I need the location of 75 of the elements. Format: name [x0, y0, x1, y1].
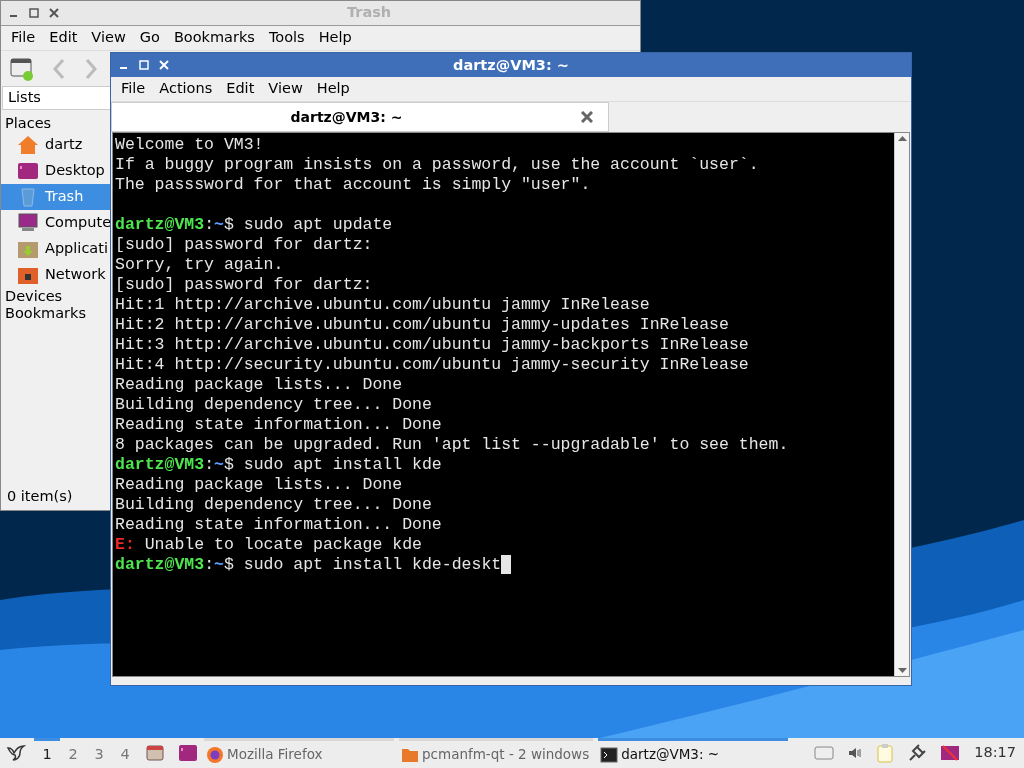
terminal-line: Reading package lists... Done: [115, 475, 403, 495]
menu-item[interactable]: Help: [316, 78, 350, 100]
task-button[interactable]: pcmanfm-qt - 2 windows: [399, 738, 594, 768]
menu-item[interactable]: Tools: [268, 27, 305, 49]
plug-icon[interactable]: [908, 744, 927, 762]
menu-item[interactable]: Actions: [159, 78, 213, 100]
sidebar-item[interactable]: Network: [1, 262, 112, 288]
terminal-tab[interactable]: dartz@VM3: ~: [111, 102, 609, 132]
house-icon: [17, 135, 39, 155]
menu-item[interactable]: Edit: [226, 78, 255, 100]
new-window-icon[interactable]: [10, 56, 34, 81]
scroll-down-icon[interactable]: [897, 668, 907, 674]
terminal-line: Building dependency tree... Done: [115, 495, 432, 515]
terminal-line: Reading package lists... Done: [115, 375, 403, 395]
desktop-switcher[interactable]: 2: [60, 738, 86, 768]
menu-item[interactable]: File: [11, 27, 36, 49]
terminal-line: Building dependency tree... Done: [115, 395, 432, 415]
menu-item[interactable]: Help: [318, 27, 352, 49]
terminal-line: [sudo] password for dartz:: [115, 235, 373, 255]
sidebar-item[interactable]: Applicati: [1, 236, 112, 262]
close-tab-icon[interactable]: [581, 111, 593, 123]
terminal-line: [sudo] password for dartz:: [115, 275, 373, 295]
volume-icon[interactable]: [848, 746, 863, 760]
network-folder-icon: [17, 265, 39, 285]
app-window-icon[interactable]: [178, 744, 198, 762]
terminal-line: Hit:1 http://archive.ubuntu.com/ubuntu jammy InRelease: [115, 295, 650, 315]
task-button[interactable]: dartz@VM3: ~: [598, 738, 789, 768]
window-title: dartz@VM3: ~: [453, 56, 569, 75]
terminal-line: 8 packages can be upgraded. Run 'apt list --upgradable' to see them.: [115, 435, 789, 455]
desktop-switcher[interactable]: 4: [112, 738, 138, 768]
menu-item[interactable]: View: [91, 27, 126, 49]
package-icon: [17, 239, 39, 259]
terminal-line: The passsword for that account is simply "user".: [115, 175, 591, 195]
section-header[interactable]: Devices: [1, 288, 67, 305]
sidebar-item[interactable]: dartz: [1, 132, 112, 158]
terminal-line: Hit:4 http://security.ubuntu.com/ubuntu jammy-security InRelease: [115, 355, 749, 375]
terminal-line: Welcome to VM3!: [115, 135, 264, 155]
close-icon[interactable]: [49, 8, 59, 18]
browser-icon: [206, 745, 224, 764]
terminal-line: dartz@VM3:~$ sudo apt install kde: [115, 455, 442, 475]
desktop-switcher[interactable]: 3: [86, 738, 112, 768]
monitor-icon: [17, 213, 39, 233]
maximize-icon[interactable]: [29, 8, 39, 18]
menu-item[interactable]: Bookmarks: [173, 27, 255, 49]
menu-item[interactable]: View: [268, 78, 303, 100]
terminal-line: dartz@VM3:~$ sudo apt update: [115, 215, 393, 235]
terminal-line: E: Unable to locate package kde: [115, 535, 422, 555]
terminal-icon: [600, 745, 619, 764]
clock: 18:17: [974, 743, 1016, 763]
terminal-line: Hit:3 http://archive.ubuntu.com/ubuntu jammy-backports InRelease: [115, 335, 749, 355]
menu-item[interactable]: Go: [139, 27, 160, 49]
scrollbar[interactable]: [894, 133, 909, 676]
terminal-line: If a buggy program insists on a password, use the account `user`.: [115, 155, 759, 175]
network-icon[interactable]: [940, 743, 961, 763]
terminal-line: Reading state information... Done: [115, 415, 442, 435]
desktop-icon: [17, 161, 39, 181]
status-text: 0 item(s): [6, 487, 74, 506]
sidebar-item[interactable]: Compute: [1, 210, 112, 236]
terminal-line: dartz@VM3:~$ sudo apt install kde-deskt: [115, 555, 502, 575]
show-desktop-icon[interactable]: [146, 744, 164, 762]
clipboard-icon[interactable]: [876, 743, 895, 763]
bird-icon[interactable]: [6, 743, 26, 763]
sidebar-item[interactable]: Desktop: [1, 158, 112, 184]
terminal-line: Hit:2 http://archive.ubuntu.com/ubuntu jammy-updates InRelease: [115, 315, 729, 335]
scroll-up-icon[interactable]: [897, 135, 907, 141]
desktop-switcher[interactable]: 1: [34, 738, 60, 768]
task-button[interactable]: Mozilla Firefox: [204, 738, 394, 768]
side-pane-dropdown[interactable]: Lists: [2, 86, 111, 110]
terminal-line: Sorry, try again.: [115, 255, 284, 275]
menu-item[interactable]: Edit: [49, 27, 78, 49]
window-title: Trash: [347, 3, 392, 23]
section-header[interactable]: Places: [1, 115, 56, 132]
terminal-line: Reading state information... Done: [115, 515, 442, 535]
menu-item[interactable]: File: [121, 78, 146, 100]
section-header[interactable]: Bookmarks: [1, 305, 90, 322]
